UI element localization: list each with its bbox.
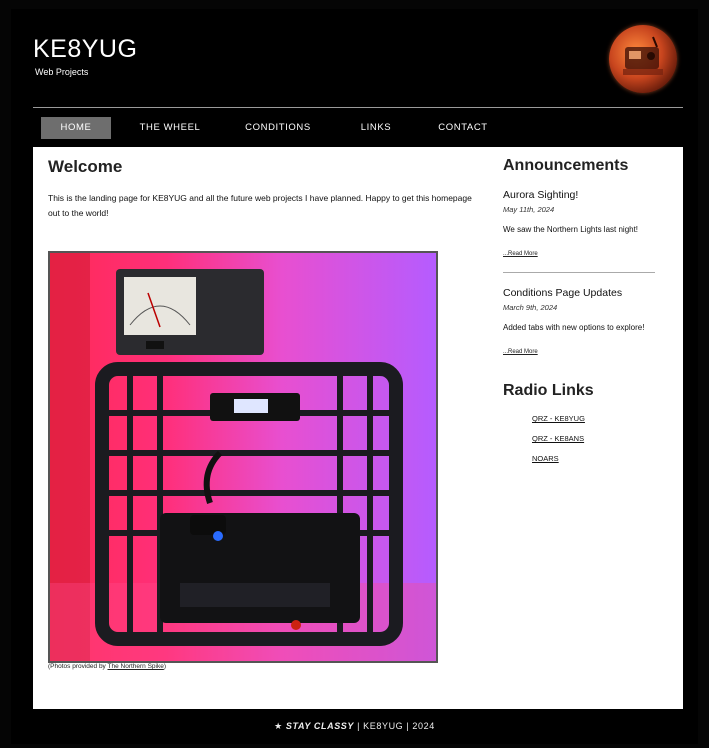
logo-radio-icon: [623, 36, 663, 75]
announcement-text: Added tabs with new options to explore!: [503, 323, 645, 332]
radio-photo: [48, 251, 438, 663]
footer-text: | KE8YUG | 2024: [354, 721, 435, 731]
nav-home[interactable]: HOME: [41, 117, 111, 139]
site-logo[interactable]: [609, 25, 677, 93]
welcome-text: This is the landing page for KE8YUG and …: [48, 193, 472, 218]
sidebar: Announcements Aurora Sighting! May 11th,…: [503, 157, 673, 474]
nav-the-wheel[interactable]: THE WHEEL: [129, 117, 211, 139]
nav-conditions[interactable]: CONDITIONS: [238, 117, 318, 139]
main-column: Welcome This is the landing page for KE8…: [48, 157, 478, 670]
read-more-link[interactable]: ...Read More: [503, 349, 538, 355]
announcement-divider: [503, 272, 655, 273]
footer-star-icon: ★: [274, 721, 286, 731]
nav-contact[interactable]: CONTACT: [428, 117, 498, 139]
announcement-title: Conditions Page Updates: [503, 287, 623, 299]
caption-suffix: ): [163, 663, 167, 670]
photo-caption: (Photos provided by The Northern Spike): [48, 663, 166, 670]
site-footer: ★ STAY CLASSY | KE8YUG | 2024: [11, 721, 698, 732]
footer-brand: STAY CLASSY: [285, 721, 355, 731]
site-subtitle: Web Projects: [35, 67, 89, 77]
page-title: Welcome: [48, 157, 123, 176]
announcement-date: March 9th, 2024: [503, 303, 558, 312]
header-divider: [33, 107, 683, 108]
site-header: KE8YUG Web Projects: [11, 9, 698, 109]
announcement-date: May 11th, 2024: [503, 205, 555, 214]
site-title[interactable]: KE8YUG: [33, 35, 137, 64]
radio-link-qrz-ke8yug[interactable]: QRZ - KE8YUG: [532, 414, 673, 423]
announcement-item: Aurora Sighting! May 11th, 2024 We saw t…: [503, 189, 673, 260]
announcement-title: Aurora Sighting!: [503, 189, 579, 201]
announcements-heading: Announcements: [503, 157, 629, 174]
announcement-text: We saw the Northern Lights last night!: [503, 225, 639, 234]
page-frame: KE8YUG Web Projects HOME THE WHEEL CONDI…: [11, 9, 698, 744]
radio-link-noars[interactable]: NOARS: [532, 454, 673, 463]
caption-link[interactable]: The Northern Spike: [108, 663, 164, 670]
caption-prefix: (Photos provided by: [48, 663, 108, 670]
radio-links-heading: Radio Links: [503, 382, 594, 399]
read-more-link[interactable]: ...Read More: [503, 251, 538, 257]
radio-link-qrz-ke8ans[interactable]: QRZ - KE8ANS: [532, 434, 673, 443]
nav-links[interactable]: LINKS: [353, 117, 399, 139]
radio-links-list: QRZ - KE8YUG QRZ - KE8ANS NOARS: [503, 414, 673, 463]
announcement-item: Conditions Page Updates March 9th, 2024 …: [503, 287, 673, 358]
radio-cart-image: [50, 253, 436, 661]
main-nav: HOME THE WHEEL CONDITIONS LINKS CONTACT: [33, 117, 683, 143]
content-area: Welcome This is the landing page for KE8…: [33, 147, 683, 709]
